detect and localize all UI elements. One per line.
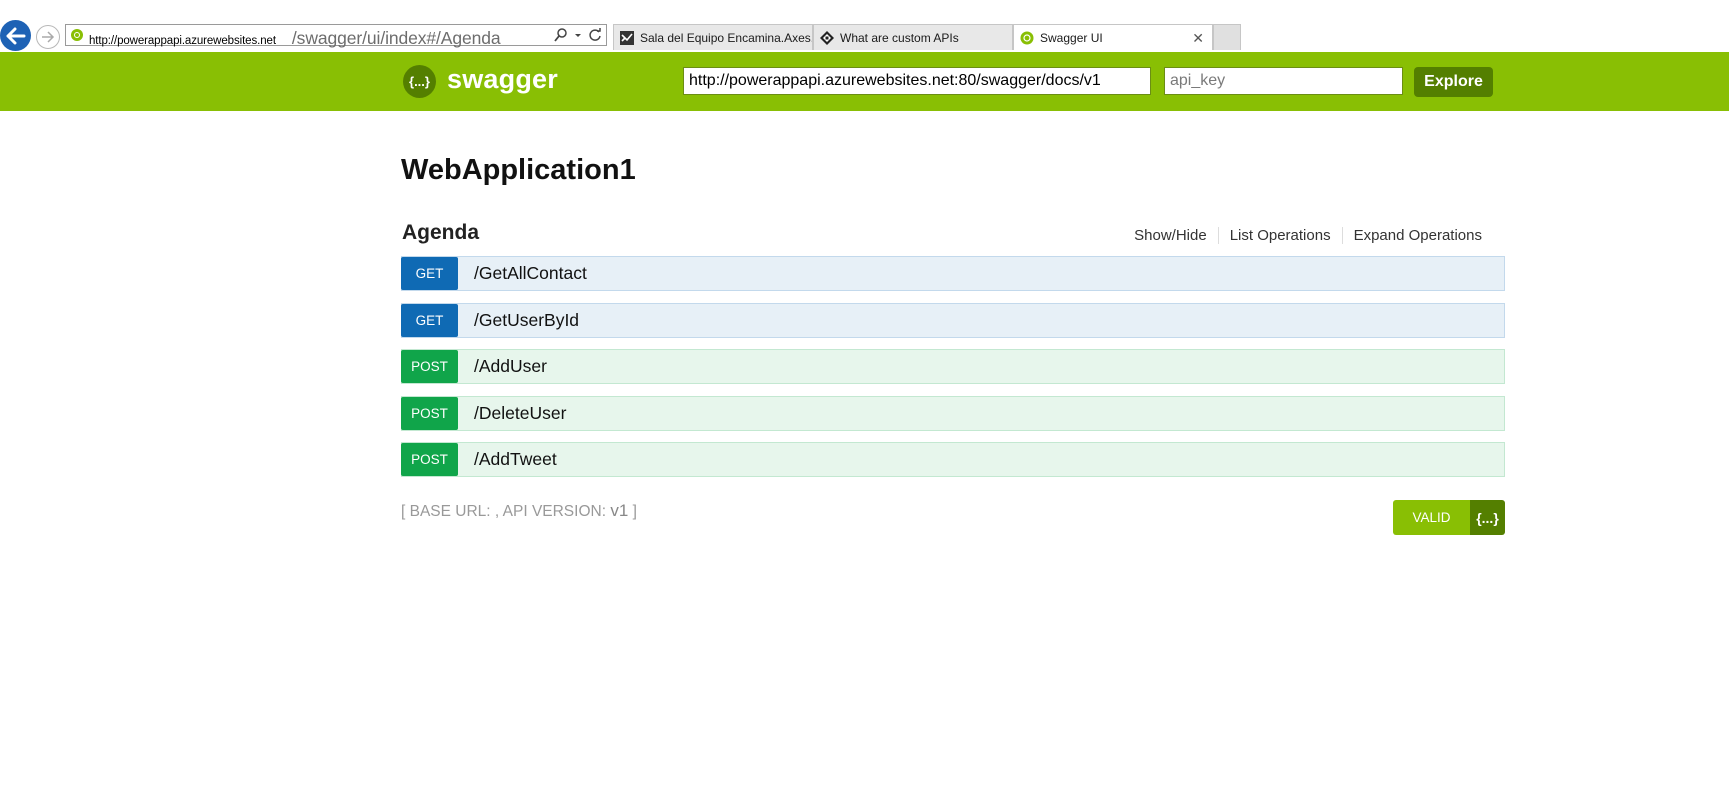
operations-list: GET /GetAllContact GET /GetUserById POST…: [401, 256, 1505, 489]
arrow-right-icon: [42, 31, 55, 43]
operation-path[interactable]: /DeleteUser: [474, 403, 566, 424]
new-tab-button[interactable]: [1213, 24, 1241, 50]
list-operations-link[interactable]: List Operations: [1217, 227, 1342, 244]
swagger-favicon-icon: [1020, 31, 1034, 45]
footer-suffix: ]: [628, 503, 637, 520]
address-url: http://powerappapi.azurewebsites.net/swa…: [89, 28, 501, 48]
browser-tabs: Sala del Equipo Encamina.Axes... What ar…: [613, 24, 1241, 51]
validator-badge[interactable]: VALID {...}: [1393, 500, 1505, 535]
resource-links: Show/Hide List Operations Expand Operati…: [1134, 227, 1493, 244]
address-bar[interactable]: http://powerappapi.azurewebsites.net/swa…: [65, 24, 607, 48]
tab-sala-del-equipo[interactable]: Sala del Equipo Encamina.Axes...: [613, 24, 813, 50]
api-version: v1: [610, 501, 629, 520]
show-hide-link[interactable]: Show/Hide: [1134, 227, 1218, 244]
http-verb-badge[interactable]: GET: [401, 257, 458, 290]
http-verb-badge[interactable]: POST: [401, 443, 458, 476]
operation-path[interactable]: /GetUserById: [474, 310, 579, 331]
operation-path[interactable]: /GetAllContact: [474, 263, 587, 284]
swagger-header: {...} swagger Explore: [0, 52, 1729, 111]
browser-chrome: http://powerappapi.azurewebsites.net/swa…: [0, 0, 1729, 52]
swagger-favicon-icon: [71, 29, 83, 41]
dropdown-arrow-icon[interactable]: [574, 27, 582, 43]
refresh-icon[interactable]: [588, 27, 602, 43]
close-icon[interactable]: ✕: [1192, 25, 1204, 50]
page-title: WebApplication1: [401, 154, 636, 186]
base-url-label: [ BASE URL: , API VERSION:: [401, 503, 611, 520]
search-icon[interactable]: [554, 27, 568, 43]
diamond-logo-icon: [820, 31, 834, 45]
tab-label: Sala del Equipo Encamina.Axes...: [640, 31, 813, 45]
http-verb-badge[interactable]: POST: [401, 350, 458, 383]
back-button[interactable]: [0, 20, 31, 51]
swagger-logo-text[interactable]: swagger: [447, 64, 558, 95]
http-verb-badge[interactable]: POST: [401, 396, 458, 430]
address-tools: [554, 27, 602, 43]
operation-get-getuserbyid[interactable]: GET /GetUserById: [401, 302, 1505, 338]
expand-operations-link[interactable]: Expand Operations: [1341, 227, 1493, 244]
arrow-left-icon: [6, 27, 25, 44]
api-info-footer: [ BASE URL: , API VERSION: v1 ]: [401, 501, 637, 521]
api-key-input[interactable]: [1164, 67, 1403, 95]
tab-swagger-ui[interactable]: Swagger UI ✕: [1013, 24, 1213, 50]
forward-button[interactable]: [36, 25, 60, 49]
operation-path[interactable]: /AddTweet: [474, 449, 557, 470]
operation-post-adduser[interactable]: POST /AddUser: [401, 349, 1505, 384]
operation-path[interactable]: /AddUser: [474, 356, 547, 377]
visual-studio-icon: [620, 31, 634, 45]
valid-label: VALID: [1393, 500, 1470, 535]
explore-button[interactable]: Explore: [1414, 67, 1493, 97]
swagger-logo-icon[interactable]: {...}: [403, 65, 436, 98]
resource-name[interactable]: Agenda: [402, 221, 479, 245]
spec-url-input[interactable]: [683, 67, 1151, 95]
swagger-validator-icon: {...}: [1470, 500, 1505, 535]
operation-post-deleteuser[interactable]: POST /DeleteUser: [401, 395, 1505, 431]
tab-label: Swagger UI: [1040, 31, 1103, 45]
tab-custom-apis[interactable]: What are custom APIs: [813, 24, 1013, 50]
operation-get-getallcontact[interactable]: GET /GetAllContact: [401, 256, 1505, 291]
tab-label: What are custom APIs: [840, 31, 959, 45]
operation-post-addtweet[interactable]: POST /AddTweet: [401, 442, 1505, 477]
http-verb-badge[interactable]: GET: [401, 303, 458, 337]
